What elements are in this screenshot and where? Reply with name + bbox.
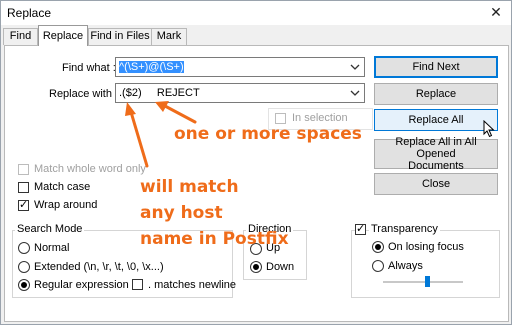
window-title: Replace	[7, 6, 52, 20]
tab-replace[interactable]: Replace	[38, 25, 88, 46]
annotation-host-3: name in Postfix	[140, 229, 289, 249]
arrow-host-head	[125, 102, 136, 116]
replace-panel: Find what : ^(\S+)@(\S+) Replace with : …	[4, 45, 509, 322]
annotation-host-2: any host	[140, 203, 223, 223]
arrow-spaces-line	[163, 104, 197, 124]
close-icon[interactable]: ✕	[487, 4, 505, 21]
tab-find[interactable]: Find	[3, 28, 38, 45]
tab-find-in-files[interactable]: Find in Files	[88, 28, 152, 45]
annotation-spaces: one or more spaces	[174, 124, 362, 144]
annotation-arrows	[125, 101, 197, 168]
tab-mark[interactable]: Mark	[151, 28, 187, 45]
replace-dialog: Replace ✕ Find Replace Find in Files Mar…	[0, 0, 512, 325]
annotation-host-1: will match	[140, 177, 239, 197]
tab-strip: Find Replace Find in Files Mark	[1, 25, 511, 46]
title-bar: Replace ✕	[1, 1, 511, 25]
arrow-host-line	[129, 110, 149, 168]
